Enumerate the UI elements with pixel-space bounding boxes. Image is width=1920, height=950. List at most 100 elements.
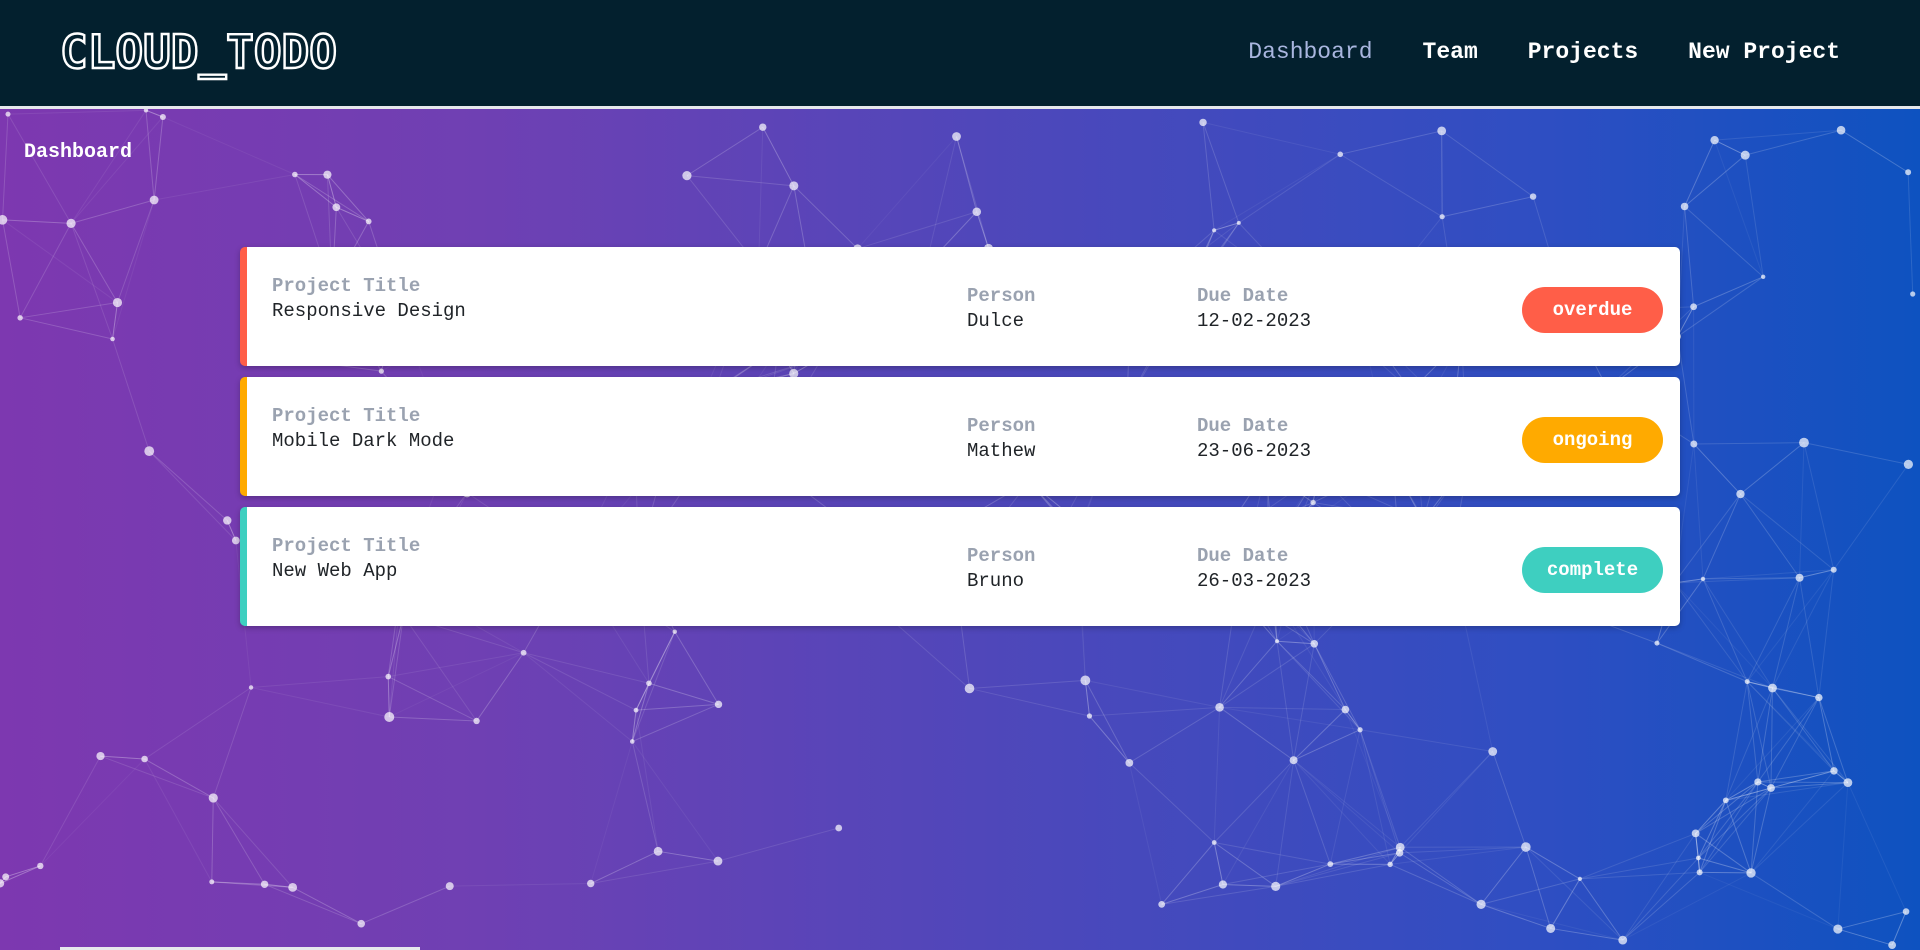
network-node — [332, 203, 341, 212]
network-node — [1654, 640, 1660, 646]
network-line — [1389, 863, 1482, 905]
network-line — [1399, 751, 1494, 854]
network-line — [1702, 578, 1773, 689]
network-line — [1725, 687, 1773, 801]
network-node — [520, 649, 527, 656]
network-line — [1275, 760, 1295, 887]
network-line — [1213, 707, 1221, 843]
network-node — [1903, 459, 1913, 470]
network-line — [1698, 787, 1772, 859]
network-node — [1690, 440, 1698, 448]
network-node — [1910, 291, 1916, 297]
network-node — [1529, 193, 1537, 200]
network-node — [1754, 778, 1762, 786]
network-node — [1833, 924, 1843, 934]
nav-link-team[interactable]: Team — [1423, 36, 1478, 68]
network-line — [70, 223, 118, 303]
network-line — [112, 199, 155, 340]
network-node — [1843, 778, 1853, 788]
network-node — [0, 879, 5, 888]
project-card[interactable]: Project Title Mobile Dark Mode Person Ma… — [240, 377, 1680, 496]
due-date-label: Due Date — [1197, 415, 1289, 437]
network-line — [1275, 863, 1391, 887]
network-line — [1399, 846, 1482, 905]
network-line — [112, 338, 150, 452]
nav-link-new-project[interactable]: New Project — [1688, 36, 1840, 68]
network-line — [1213, 842, 1276, 887]
person-name: Bruno — [967, 570, 1025, 592]
network-line — [1684, 206, 1764, 278]
network-node — [112, 297, 123, 308]
network-line — [590, 741, 633, 884]
network-line — [39, 755, 101, 867]
network-node — [209, 879, 215, 885]
app-logo[interactable]: CLOUD_TODO — [59, 22, 338, 82]
network-line — [1161, 885, 1276, 905]
network-line — [1656, 642, 1748, 683]
nav-link-projects[interactable]: Projects — [1528, 36, 1638, 68]
network-line — [1129, 706, 1220, 764]
network-node — [144, 446, 155, 457]
network-line — [1399, 852, 1482, 905]
network-line — [1757, 770, 1835, 783]
person-column: Person Bruno — [967, 544, 1035, 594]
network-line — [1213, 153, 1341, 231]
project-title: New Web App — [272, 560, 398, 582]
network-node — [1799, 437, 1809, 448]
network-node — [759, 123, 767, 131]
network-node — [587, 879, 595, 888]
network-node — [1722, 797, 1729, 804]
network-line — [116, 199, 155, 303]
network-node — [1236, 220, 1241, 225]
network-node — [1337, 151, 1344, 158]
network-node — [1760, 274, 1766, 280]
network-line — [100, 755, 214, 799]
network-node — [385, 673, 392, 680]
network-line — [658, 850, 719, 862]
network-node — [141, 755, 148, 763]
nav-link-dashboard[interactable]: Dashboard — [1248, 36, 1372, 68]
network-line — [631, 741, 719, 862]
network-line — [631, 741, 659, 852]
project-card[interactable]: Project Title New Web App Person Bruno D… — [240, 507, 1680, 626]
status-chip[interactable]: complete — [1522, 547, 1663, 593]
network-line — [1695, 787, 1772, 834]
network-line — [212, 687, 252, 799]
network-line — [211, 797, 214, 882]
network-line — [1340, 130, 1442, 155]
network-line — [1837, 782, 1849, 930]
project-title-column: Project Title New Web App — [272, 534, 420, 584]
network-line — [1693, 276, 1764, 308]
network-line — [1837, 928, 1893, 946]
due-date-label: Due Date — [1197, 285, 1289, 307]
network-node — [5, 111, 11, 117]
network-line — [1213, 842, 1224, 885]
network-node — [646, 680, 652, 687]
project-title-label: Project Title — [272, 275, 421, 297]
network-line — [1442, 196, 1534, 218]
network-node — [1199, 118, 1207, 127]
network-node — [208, 793, 218, 803]
network-line — [251, 676, 389, 688]
network-node — [1289, 756, 1298, 765]
network-node — [1736, 489, 1745, 499]
status-chip[interactable]: ongoing — [1522, 417, 1663, 463]
network-node — [1888, 941, 1897, 949]
network-line — [20, 302, 118, 319]
network-line — [1698, 857, 1752, 874]
project-card[interactable]: Project Title Responsive Design Person D… — [240, 247, 1680, 366]
network-line — [1818, 569, 1835, 698]
network-line — [1085, 679, 1220, 708]
network-node — [1125, 758, 1134, 767]
network-line — [1202, 121, 1341, 155]
network-line — [1161, 884, 1224, 905]
network-node — [96, 751, 105, 761]
status-chip[interactable]: overdue — [1522, 287, 1663, 333]
network-line — [976, 211, 989, 249]
network-line — [1803, 442, 1835, 570]
network-line — [1161, 842, 1215, 905]
network-line — [264, 883, 362, 925]
network-line — [1699, 781, 1759, 873]
network-node — [1768, 683, 1777, 693]
network-line — [1740, 442, 1805, 495]
